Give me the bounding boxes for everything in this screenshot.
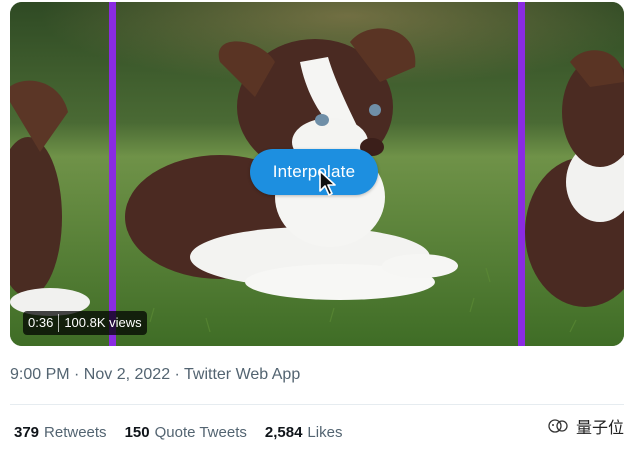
quote-tweets-label: Quote Tweets bbox=[154, 424, 247, 441]
video-meta-badge: 0:36 100.8K views bbox=[23, 311, 147, 335]
quote-tweets-stat[interactable]: 150 Quote Tweets bbox=[125, 424, 247, 441]
interpolate-button[interactable]: Interpolate bbox=[250, 149, 378, 195]
tweet-timestamp[interactable]: 9:00 PM · Nov 2, 2022 · Twitter Web App bbox=[10, 366, 300, 384]
watermark-logo-icon bbox=[548, 419, 568, 433]
video-duration: 0:36 bbox=[28, 315, 54, 330]
watermark: 量子位 bbox=[546, 414, 624, 438]
likes-count: 2,584 bbox=[264, 424, 303, 441]
retweets-label: Retweets bbox=[44, 424, 107, 441]
video-player[interactable]: Interpolate 0:36 100.8K views bbox=[10, 2, 624, 346]
likes-label: Likes bbox=[307, 424, 343, 441]
mouse-cursor-icon bbox=[319, 170, 336, 196]
frame-divider-right bbox=[518, 2, 525, 346]
retweets-stat[interactable]: 379 Retweets bbox=[14, 424, 107, 441]
retweets-count: 379 bbox=[14, 424, 40, 441]
divider-line bbox=[10, 404, 624, 405]
quote-tweets-count: 150 bbox=[124, 424, 150, 441]
watermark-text: 量子位 bbox=[575, 418, 624, 437]
video-view-count: 100.8K views bbox=[64, 315, 142, 330]
frame-divider-left bbox=[109, 2, 116, 346]
tweet-media-page: Interpolate 0:36 100.8K views 9:00 PM · … bbox=[0, 0, 640, 453]
likes-stat[interactable]: 2,584 Likes bbox=[265, 424, 343, 441]
tweet-stats: 379 Retweets 150 Quote Tweets 2,584 Likes bbox=[14, 424, 360, 441]
